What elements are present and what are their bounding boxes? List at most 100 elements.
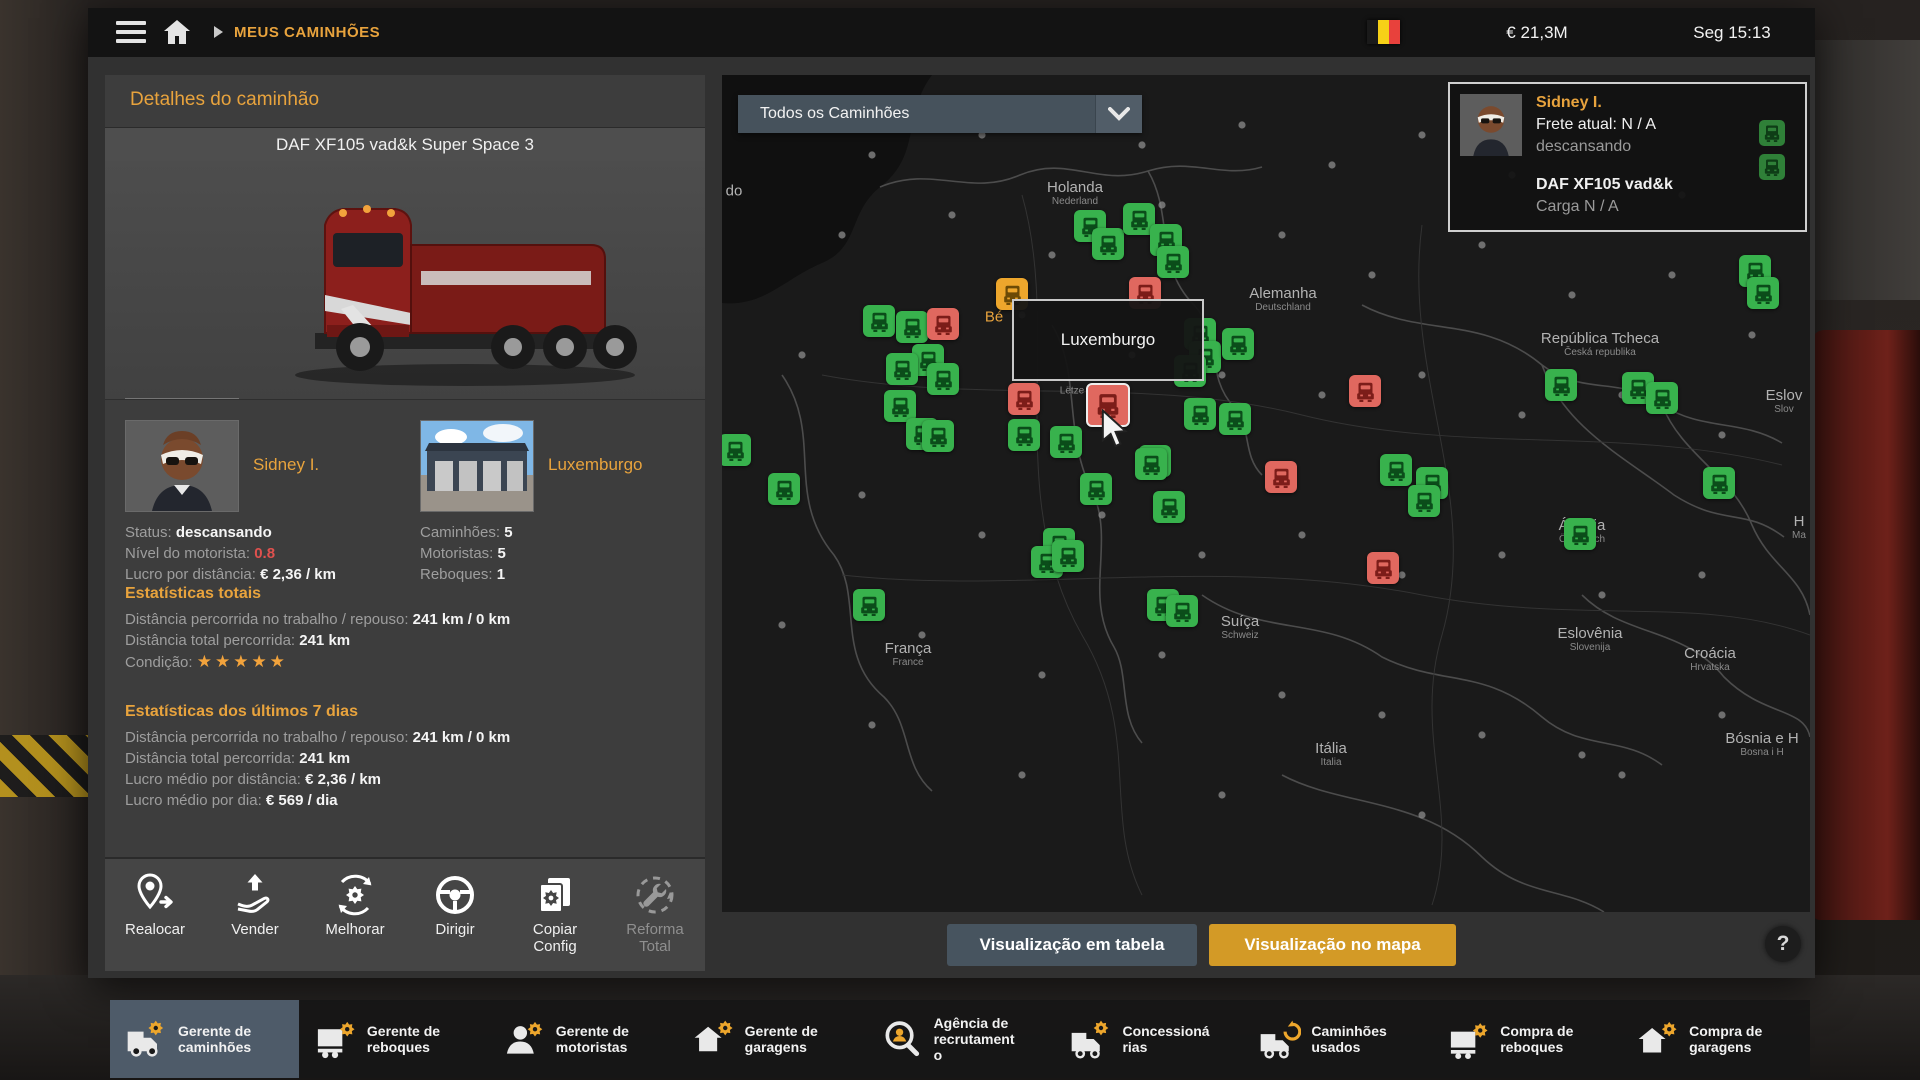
truck-marker-red[interactable] — [1349, 375, 1381, 407]
map-label: EslovSlov — [1766, 387, 1803, 415]
stat-row: Distância total percorrida: 241 km — [125, 748, 685, 769]
truck-marker-green[interactable] — [1219, 403, 1251, 435]
truck-marker-green[interactable] — [927, 363, 959, 395]
nav-truck-manager[interactable]: Gerente de caminhões — [110, 1000, 299, 1078]
truck-status-badge — [1759, 120, 1785, 146]
garage-name[interactable]: Luxemburgo — [548, 455, 643, 475]
truck-marker-red[interactable] — [1367, 552, 1399, 584]
reforma-total-button[interactable]: Reforma Total — [609, 869, 701, 955]
map-label: SuíçaSchweiz — [1221, 613, 1259, 641]
truck-marker-green[interactable] — [1157, 246, 1189, 278]
driver-name[interactable]: Sidney I. — [253, 455, 319, 475]
trailer-manager-icon — [313, 1017, 357, 1061]
sell-hand-icon — [209, 869, 301, 921]
steering-wheel-icon — [409, 869, 501, 921]
garage-manager-icon — [691, 1017, 735, 1061]
truck-marker-green[interactable] — [1153, 491, 1185, 523]
copiar-config-button[interactable]: Copiar Config — [509, 869, 601, 955]
truck-marker-green[interactable] — [853, 589, 885, 621]
map-label: ItáliaItalia — [1315, 740, 1347, 768]
realocar-button[interactable]: Realocar — [109, 869, 201, 938]
truck-marker-green[interactable] — [1380, 454, 1412, 486]
chevron-down-icon[interactable] — [1095, 95, 1142, 133]
truck-marker-green[interactable] — [1703, 467, 1735, 499]
truck-marker-green[interactable] — [1008, 419, 1040, 451]
breadcrumb-chevron-icon — [214, 26, 223, 38]
truck-marker-green[interactable] — [1564, 518, 1596, 550]
nav-label: Compra de garagens — [1689, 1023, 1762, 1055]
stat-row: Nível do motorista: 0.8 — [125, 543, 405, 564]
truck-marker-green[interactable] — [1050, 426, 1082, 458]
home-icon[interactable] — [163, 19, 191, 45]
truck-marker-red[interactable] — [927, 308, 959, 340]
stat-row: Status: descansando — [125, 522, 405, 543]
truck-marker-red[interactable] — [1265, 461, 1297, 493]
driver-photo[interactable] — [125, 420, 239, 512]
truck-marker-green[interactable] — [1747, 277, 1779, 309]
truck-marker-green[interactable] — [896, 311, 928, 343]
breadcrumb[interactable]: MEUS CAMINHÕES — [234, 24, 380, 41]
melhorar-button[interactable]: Melhorar — [309, 869, 401, 938]
nav-used-trucks[interactable]: Caminhões usados — [1243, 1000, 1432, 1078]
nav-label: Compra de reboques — [1500, 1023, 1573, 1055]
stat-row: Reboques: 1 — [420, 564, 700, 585]
table-view-button[interactable]: Visualização em tabela — [947, 924, 1197, 966]
truck-marker-green[interactable] — [1080, 473, 1112, 505]
overhaul-wrench-icon — [609, 869, 701, 921]
nav-trailer-purchase[interactable]: Compra de reboques — [1432, 1000, 1621, 1078]
menu-icon[interactable] — [116, 21, 146, 44]
truck-marker-green[interactable] — [1408, 485, 1440, 517]
nav-dealership[interactable]: Concessioná rias — [1054, 1000, 1243, 1078]
nav-label: Agência de recrutament o — [934, 1015, 1015, 1063]
copy-config-icon — [509, 869, 601, 921]
map-label: HolandaNederland — [1047, 179, 1103, 207]
truck-marker-green[interactable] — [1052, 540, 1084, 572]
stat-row: Condição: ★★★★★ — [125, 651, 685, 673]
truck-marker-green[interactable] — [863, 305, 895, 337]
upgrade-gear-icon — [309, 869, 401, 921]
fleet-map[interactable]: HolandaNederland AlemanhaDeutschland Repúb… — [722, 75, 1810, 912]
dirigir-button[interactable]: Dirigir — [409, 869, 501, 938]
truck-filter-dropdown[interactable]: Todos os Caminhões — [738, 95, 1142, 133]
truck-marker-green[interactable] — [886, 353, 918, 385]
card-status: descansando — [1536, 138, 1631, 156]
stats-week-rows: Distância percorrida no trabalho / repou… — [125, 727, 685, 811]
map-label: EslovêniaSlovenija — [1557, 625, 1622, 653]
truck-marker-green[interactable] — [1135, 448, 1167, 480]
action-label: Realocar — [109, 921, 201, 938]
vender-button[interactable]: Vender — [209, 869, 301, 938]
nav-garage-purchase[interactable]: Compra de garagens — [1621, 1000, 1810, 1078]
garage-pillar — [0, 0, 90, 1080]
truck-marker-green[interactable] — [722, 434, 751, 466]
truck-marker-green[interactable] — [1646, 382, 1678, 414]
garage-shelf — [1812, 40, 1920, 300]
truck-marker-green[interactable] — [1166, 595, 1198, 627]
map-tooltip: Luxemburgo — [1012, 299, 1204, 381]
map-label: FrançaFrance — [885, 640, 932, 668]
driver-info-card[interactable]: Sidney I. Frete atual: N / A descansando… — [1448, 82, 1807, 232]
truck-marker-green[interactable] — [1222, 328, 1254, 360]
panel-title: Detalhes do caminhão — [130, 89, 319, 111]
bottom-navigation: Gerente de caminhõesGerente de reboquesG… — [110, 1000, 1810, 1078]
map-view-button[interactable]: Visualização no mapa — [1209, 924, 1456, 966]
truck-image: ET 9467 — [105, 161, 705, 399]
truck-manager-icon — [124, 1017, 168, 1061]
nav-label: Gerente de garagens — [745, 1023, 818, 1055]
nav-garage-manager[interactable]: Gerente de garagens — [677, 1000, 866, 1078]
nav-recruitment-agency[interactable]: Agência de recrutament o — [866, 1000, 1055, 1078]
map-label: Bé — [985, 309, 1003, 326]
map-label: AlemanhaDeutschland — [1249, 285, 1317, 313]
truck-marker-green[interactable] — [1184, 398, 1216, 430]
map-label: República TchecaČeská republika — [1541, 330, 1659, 358]
truck-marker-green[interactable] — [768, 473, 800, 505]
truck-marker-green[interactable] — [922, 420, 954, 452]
garage-photo[interactable] — [420, 420, 534, 512]
truck-marker-green[interactable] — [1092, 228, 1124, 260]
help-button[interactable]: ? — [1765, 926, 1801, 962]
truck-marker-green[interactable] — [1545, 369, 1577, 401]
nav-trailer-manager[interactable]: Gerente de reboques — [299, 1000, 488, 1078]
truck-marker-red[interactable] — [1008, 383, 1040, 415]
truck-name: DAF XF105 vad&k Super Space 3 — [105, 128, 705, 161]
nav-driver-manager[interactable]: Gerente de motoristas — [488, 1000, 677, 1078]
truck-status-badge — [1759, 154, 1785, 180]
